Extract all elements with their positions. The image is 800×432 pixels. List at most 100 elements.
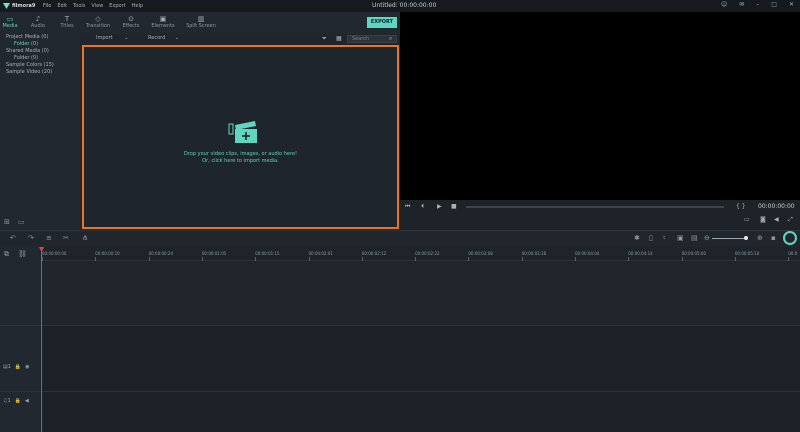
fit-icon[interactable]: ▪ <box>771 234 776 242</box>
subtitle-icon[interactable]: ▤ <box>691 234 698 242</box>
zoom-slider-handle[interactable] <box>744 236 748 240</box>
tab-transition[interactable]: ◇ Transition <box>83 15 113 29</box>
text-icon: T <box>64 15 70 23</box>
delete-icon[interactable]: ≡ <box>46 234 52 242</box>
close-icon[interactable]: ✕ <box>789 1 794 8</box>
ruler-tools: ⧉ ⛓ <box>0 247 40 261</box>
filter-icon[interactable]: ⏷ <box>322 35 327 43</box>
ruler-tick-label: 00:00:03:08 <box>468 251 493 256</box>
ruler-tick-label: 00:00:04:14 <box>628 251 653 256</box>
elements-icon: ▣ <box>159 15 167 23</box>
maximize-icon[interactable]: □ <box>771 1 777 8</box>
lock-icon[interactable]: 🔒 <box>15 364 21 370</box>
undo-icon[interactable]: ↶ <box>10 234 16 242</box>
menu-help[interactable]: Help <box>132 3 143 9</box>
ruler-tick-label: 00:00:05:00 <box>681 251 706 256</box>
zoom-out-icon[interactable]: ⊖ <box>704 234 710 242</box>
link-icon[interactable]: ⛓ <box>18 250 27 258</box>
marker-icon[interactable]: ▯ <box>649 234 653 242</box>
video-track[interactable] <box>40 326 800 391</box>
zoom-in-icon[interactable]: ⊕ <box>757 234 763 242</box>
ruler-tick-label: 00:00:03:18 <box>521 251 547 256</box>
menu-export[interactable]: Export <box>109 3 125 9</box>
ruler-tick-label: 00:0 <box>788 251 798 256</box>
menu-view[interactable]: View <box>91 3 103 9</box>
tab-label: Audio <box>30 23 46 29</box>
video-track-controls: ▤1 🔒 ◉ <box>3 364 30 370</box>
fullscreen-icon[interactable]: ⤢ <box>788 216 793 224</box>
monitor-icon[interactable]: ▭ <box>744 216 750 223</box>
render-icon[interactable]: ✱ <box>634 234 640 242</box>
tab-effects[interactable]: ⊙ Effects <box>116 15 146 29</box>
media-library-panel: Project Media (0) Folder (0) Shared Medi… <box>0 34 80 230</box>
tab-split-screen[interactable]: ▥ Split Screen <box>186 15 216 29</box>
microphone-icon[interactable]: ♮ <box>663 234 666 242</box>
playhead[interactable] <box>41 247 42 432</box>
export-button[interactable]: EXPORT <box>367 17 397 28</box>
minimize-icon[interactable]: – <box>756 1 759 8</box>
folder-open-icon[interactable]: ▭ <box>18 218 25 226</box>
account-icon[interactable]: ☺ <box>721 1 727 8</box>
library-item-folder[interactable]: Folder (0) <box>14 41 38 47</box>
ruler-tick-label: 00:00:05:10 <box>734 251 760 256</box>
track-header-audio: ♫1 🔒 ◀ <box>0 392 40 432</box>
mark-in-out-icon[interactable]: { } <box>736 203 746 210</box>
preview-timecode: 00:00:00:00 <box>758 203 795 210</box>
play-icon[interactable]: ▶ <box>437 203 442 210</box>
tab-titles[interactable]: T Titles <box>52 15 82 29</box>
music-icon: ♪ <box>35 15 41 23</box>
split-icon[interactable]: ▣ <box>677 234 684 242</box>
playback-progress[interactable] <box>466 206 724 208</box>
menu-file[interactable]: File <box>43 3 51 9</box>
grid-view-icon[interactable]: ▦ <box>336 35 342 42</box>
tab-label: Split Screen <box>186 23 216 29</box>
search-icon[interactable]: ⌕ <box>389 35 392 43</box>
volume-icon[interactable]: ◀ <box>774 216 779 223</box>
clapperboard-icon <box>228 121 257 143</box>
snapshot-icon[interactable]: ◙ <box>760 216 766 223</box>
tab-label: Titles <box>60 23 74 29</box>
record-label: Record <box>148 35 166 41</box>
eye-icon[interactable]: ◉ <box>25 364 29 370</box>
step-back-icon[interactable]: ⏴ <box>421 203 424 211</box>
library-item-shared-media[interactable]: Shared Media (0) <box>6 48 49 54</box>
filmora-logo-icon <box>3 3 10 9</box>
drop-hint-line2[interactable]: Or, click here to import media. <box>84 158 397 164</box>
speaker-icon[interactable]: ◀ <box>25 398 29 404</box>
cut-icon[interactable]: ✂ <box>63 234 69 242</box>
notification-icon[interactable]: ✉ <box>739 1 744 8</box>
tab-elements[interactable]: ▣ Elements <box>148 15 178 29</box>
library-item-project-media[interactable]: Project Media (0) <box>6 34 48 40</box>
window-title: Untitled: 00:00:00:00 <box>372 2 437 9</box>
library-item-sample-video[interactable]: Sample Video (20) <box>6 69 52 75</box>
record-dropdown[interactable]: Record ⌄ <box>148 35 179 41</box>
new-folder-icon[interactable]: ⊞ <box>4 218 10 226</box>
lock-icon[interactable]: 🔒 <box>15 398 21 404</box>
audio-track-controls: ♫1 🔒 ◀ <box>3 398 29 404</box>
add-track-icon[interactable]: ⧉ <box>4 250 9 259</box>
zoom-slider[interactable] <box>712 238 748 239</box>
app-window: filmora9 File Edit Tools View Export Hel… <box>0 0 800 432</box>
tab-label: Media <box>2 23 18 29</box>
audio-mixer-icon[interactable]: ⋔ <box>82 234 88 242</box>
media-drop-zone[interactable]: Drop your video clips, images, or audio … <box>82 45 399 229</box>
menu-tools[interactable]: Tools <box>73 3 85 9</box>
import-dropdown[interactable]: Import ⌄ <box>96 35 128 41</box>
redo-icon[interactable]: ↷ <box>28 234 34 242</box>
library-item-sample-colors[interactable]: Sample Colors (15) <box>6 62 54 68</box>
tab-media[interactable]: ▭ Media <box>0 15 25 29</box>
window-controls: ☺ ✉ – □ ✕ <box>721 1 794 8</box>
tab-audio[interactable]: ♪ Audio <box>23 15 53 29</box>
ruler-tick-label: 00:00:04:04 <box>575 251 600 256</box>
menu-edit[interactable]: Edit <box>57 3 67 9</box>
ruler-tick-label: 00:00:01:05 <box>201 251 227 256</box>
import-label: Import <box>96 35 113 41</box>
timeline-settings-icon[interactable] <box>783 231 797 245</box>
stop-icon[interactable]: ■ <box>451 203 457 210</box>
audio-track-icon: ♫1 <box>3 398 11 404</box>
library-item-shared-folder[interactable]: Folder (0) <box>14 55 38 61</box>
title-bar: filmora9 File Edit Tools View Export Hel… <box>0 0 800 12</box>
ruler-tick-label: 00:00:02:12 <box>361 251 387 256</box>
skip-back-icon[interactable]: ⏮ <box>405 203 410 211</box>
audio-track[interactable] <box>40 392 800 432</box>
